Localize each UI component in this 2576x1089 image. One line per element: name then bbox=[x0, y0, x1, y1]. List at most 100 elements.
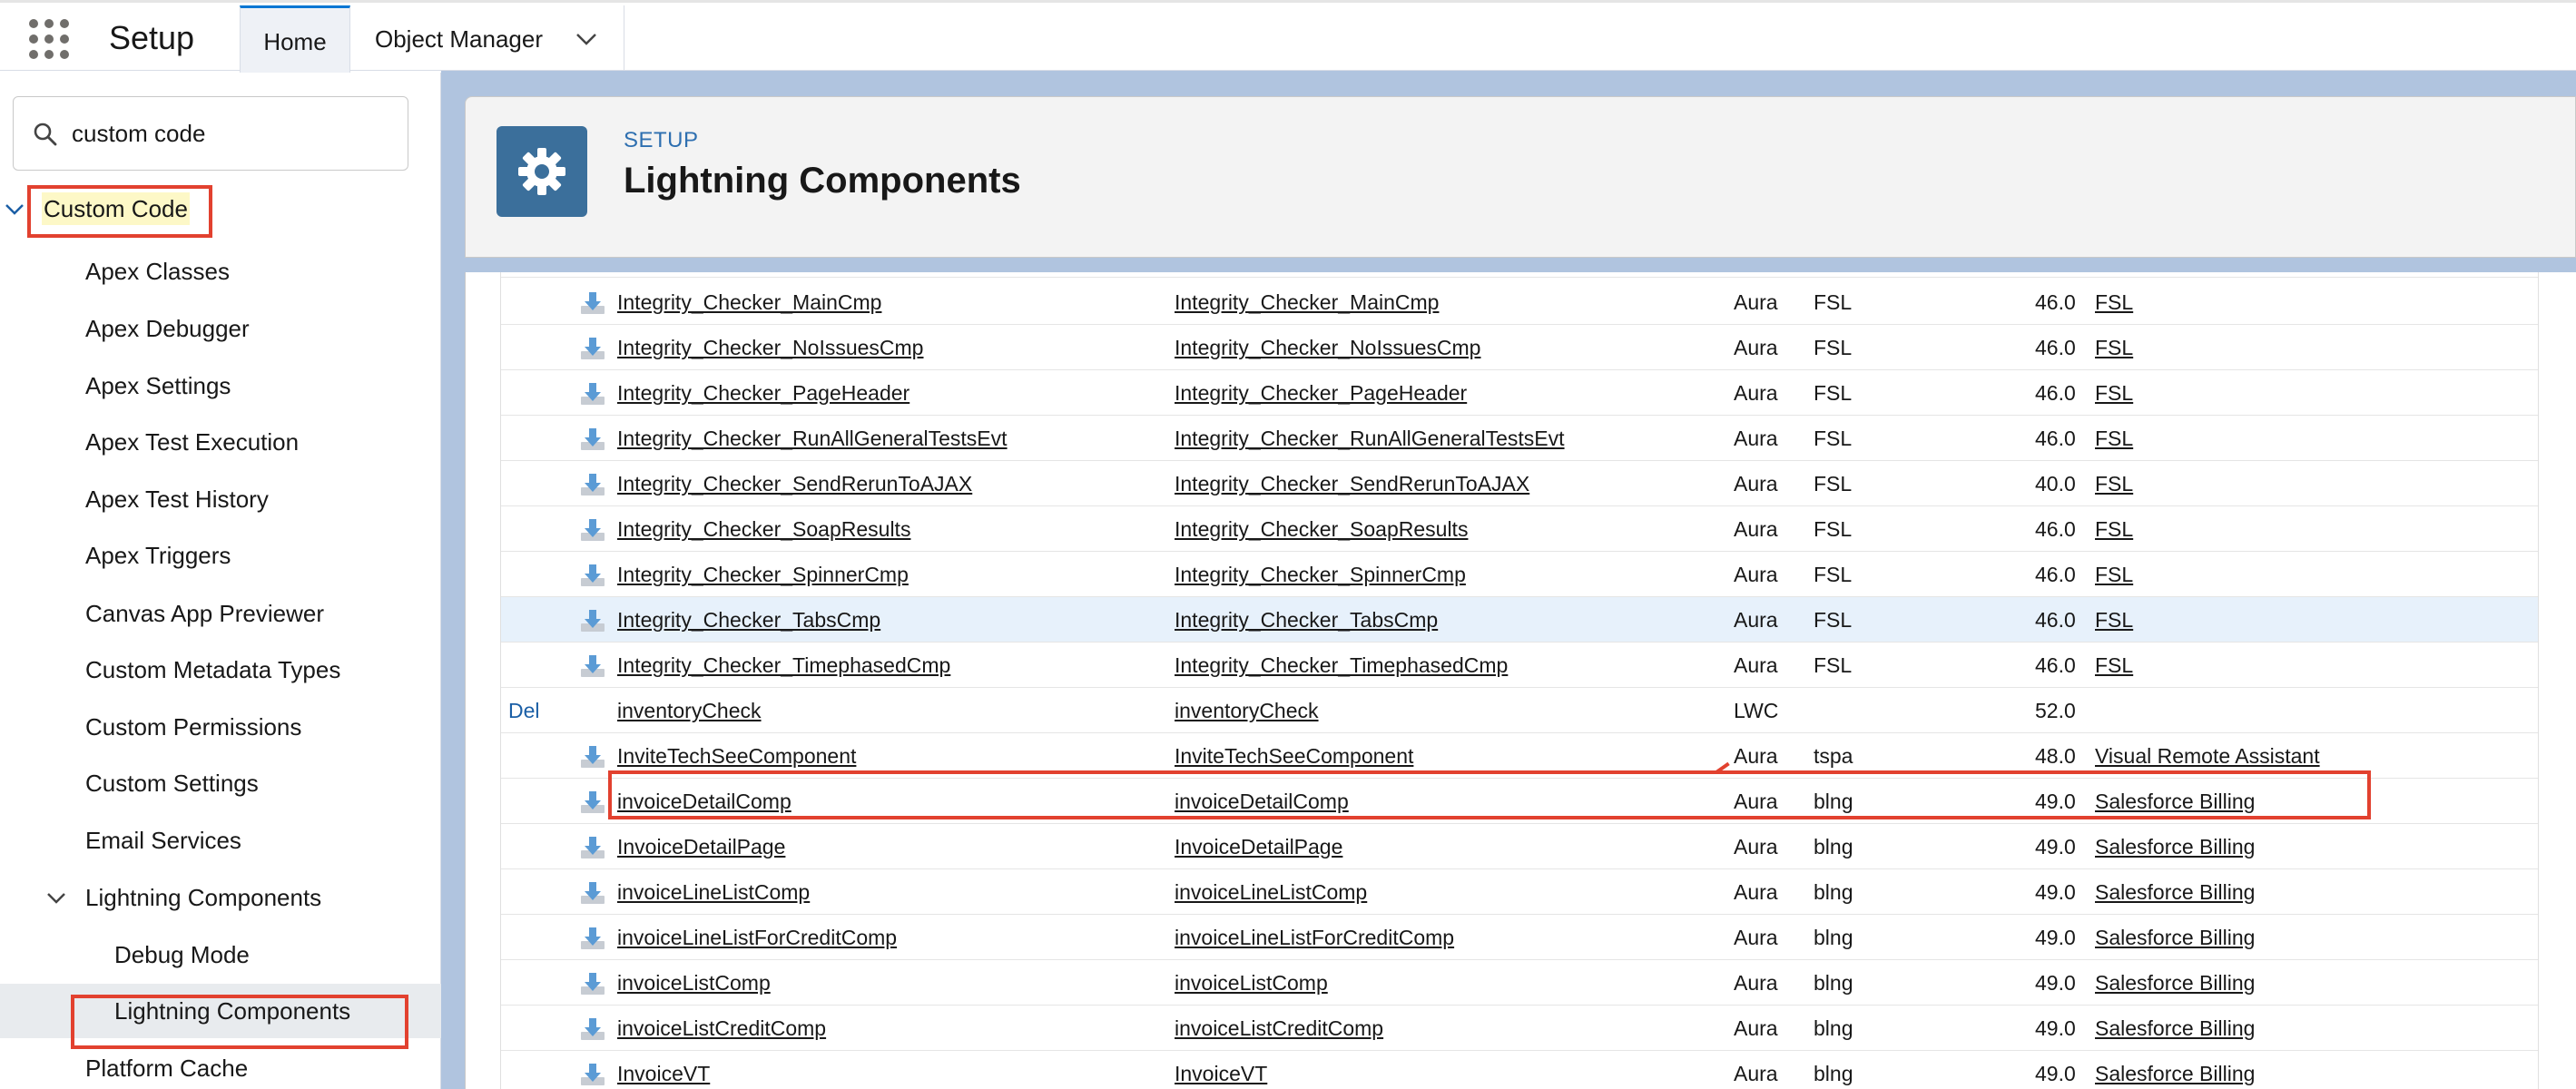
component-name-link[interactable]: invoiceListComp bbox=[617, 960, 771, 1006]
app-name: Setup bbox=[109, 19, 195, 56]
app-launcher-icon[interactable] bbox=[29, 19, 69, 59]
component-name-link[interactable]: Integrity_Checker_SoapResults bbox=[617, 506, 910, 552]
component-label-link[interactable]: InvoiceVT bbox=[1175, 1051, 1267, 1089]
sidebar-item-custom-metadata-types[interactable]: Custom Metadata Types bbox=[0, 643, 441, 697]
sidebar-item-custom-settings[interactable]: Custom Settings bbox=[0, 756, 441, 810]
installed-package-link[interactable]: FSL bbox=[2095, 597, 2133, 643]
sidebar-item-lightning-components-group[interactable]: Lightning Components bbox=[0, 870, 441, 925]
component-label-link[interactable]: invoiceListCreditComp bbox=[1175, 1006, 1383, 1051]
component-type: Aura bbox=[1734, 926, 1778, 949]
component-name-link[interactable]: Integrity_Checker_RunAllGeneralTestsEvt bbox=[617, 416, 1008, 461]
component-label-link[interactable]: Integrity_Checker_PageHeader bbox=[1175, 370, 1467, 416]
installed-package-link[interactable]: FSL bbox=[2095, 506, 2133, 552]
component-name-link[interactable]: Integrity_Checker_NoIssuesCmp bbox=[617, 325, 923, 370]
namespace-prefix: blng bbox=[1814, 971, 1853, 995]
quick-find-input[interactable] bbox=[72, 113, 389, 153]
component-name-link[interactable]: Integrity_Checker_TabsCmp bbox=[617, 597, 880, 643]
component-name-link[interactable]: InvoiceVT bbox=[617, 1051, 710, 1089]
table-row: Integrity_Checker_TabsCmp Integrity_Check… bbox=[501, 597, 2538, 643]
component-label-link[interactable]: Integrity_Checker_NoIssuesCmp bbox=[1175, 325, 1480, 370]
installed-package-link[interactable]: FSL bbox=[2095, 643, 2133, 688]
component-name-link[interactable]: invoiceLineListComp bbox=[617, 869, 810, 915]
sidebar-item-email-services[interactable]: Email Services bbox=[0, 813, 441, 868]
main-content: SETUP Lightning Components Integrity_Che… bbox=[441, 71, 2576, 1089]
annotation-highlight-box bbox=[27, 185, 212, 238]
sidebar-item-apex-classes[interactable]: Apex Classes bbox=[0, 244, 441, 299]
installed-package-link[interactable]: Salesforce Billing bbox=[2095, 869, 2255, 915]
installed-package-link[interactable]: Salesforce Billing bbox=[2095, 915, 2255, 960]
sidebar-item-platform-cache[interactable]: Platform Cache bbox=[0, 1041, 441, 1089]
installed-package-link[interactable]: FSL bbox=[2095, 370, 2133, 416]
installed-package-link[interactable]: Salesforce Billing bbox=[2095, 824, 2255, 869]
component-name-link[interactable]: invoiceLineListForCreditComp bbox=[617, 915, 897, 960]
component-label-link[interactable]: Integrity_Checker_TimephasedCmp bbox=[1175, 643, 1508, 688]
managed-package-icon bbox=[581, 973, 605, 995]
sidebar-item-debug-mode[interactable]: Debug Mode bbox=[0, 927, 441, 982]
installed-package-link[interactable]: FSL bbox=[2095, 280, 2133, 325]
component-type: Aura bbox=[1734, 336, 1778, 359]
component-type: Aura bbox=[1734, 1062, 1778, 1085]
component-type: Aura bbox=[1734, 608, 1778, 632]
component-label-link[interactable]: invoiceLineListComp bbox=[1175, 869, 1367, 915]
component-name-link[interactable]: Integrity_Checker_SpinnerCmp bbox=[617, 552, 909, 597]
sidebar-item-custom-permissions[interactable]: Custom Permissions bbox=[0, 700, 441, 754]
namespace-prefix: FSL bbox=[1814, 427, 1853, 450]
tab-home[interactable]: Home bbox=[240, 5, 350, 73]
component-name-link[interactable]: invoiceListCreditComp bbox=[617, 1006, 826, 1051]
table-row: Integrity_Checker_SendRerunToAJAX Integri… bbox=[501, 461, 2538, 506]
managed-package-icon bbox=[581, 1064, 605, 1085]
table-row: invoiceLineListForCreditComp invoiceLineL… bbox=[501, 915, 2538, 960]
chevron-down-icon[interactable] bbox=[575, 31, 598, 47]
table-row: Integrity_Checker_PageHeader Integrity_Ch… bbox=[501, 370, 2538, 416]
component-type: Aura bbox=[1734, 880, 1778, 904]
component-label-link[interactable]: inventoryCheck bbox=[1175, 688, 1319, 733]
component-label-link[interactable]: invoiceLineListForCreditComp bbox=[1175, 915, 1454, 960]
sidebar-item-canvas-app-previewer[interactable]: Canvas App Previewer bbox=[0, 586, 441, 641]
installed-package-link[interactable]: FSL bbox=[2095, 416, 2133, 461]
component-name-link[interactable]: Integrity_Checker_TimephasedCmp bbox=[617, 643, 950, 688]
component-name-link[interactable]: Integrity_Checker_SendRerunToAJAX bbox=[617, 461, 972, 506]
installed-package-link[interactable]: FSL bbox=[2095, 552, 2133, 597]
component-label-link[interactable]: Integrity_Checker_TabsCmp bbox=[1175, 597, 1438, 643]
installed-package-link[interactable]: Salesforce Billing bbox=[2095, 960, 2255, 1006]
tab-object-manager[interactable]: Object Manager bbox=[350, 5, 624, 73]
installed-package-link[interactable]: Salesforce Billing bbox=[2095, 1051, 2255, 1089]
sidebar-item-apex-test-execution[interactable]: Apex Test Execution bbox=[0, 415, 441, 469]
component-label-link[interactable]: invoiceListComp bbox=[1175, 960, 1328, 1006]
api-version: 40.0 bbox=[2035, 472, 2076, 495]
component-label-link[interactable]: Integrity_Checker_MainCmp bbox=[1175, 280, 1439, 325]
managed-package-icon bbox=[581, 383, 605, 405]
component-name-link[interactable]: Integrity_Checker_PageHeader bbox=[617, 370, 909, 416]
installed-package-link[interactable]: Salesforce Billing bbox=[2095, 1006, 2255, 1051]
component-name-link[interactable]: Integrity_Checker_MainCmp bbox=[617, 280, 881, 325]
sidebar-item-apex-test-history[interactable]: Apex Test History bbox=[0, 472, 441, 526]
installed-package-link[interactable]: FSL bbox=[2095, 461, 2133, 506]
managed-package-icon bbox=[581, 474, 605, 495]
managed-package-icon bbox=[581, 610, 605, 632]
sidebar-item-apex-settings[interactable]: Apex Settings bbox=[0, 358, 441, 413]
component-type: Aura bbox=[1734, 1016, 1778, 1040]
sidebar-item-apex-triggers[interactable]: Apex Triggers bbox=[0, 528, 441, 583]
component-label-link[interactable]: Integrity_Checker_SoapResults bbox=[1175, 506, 1468, 552]
table-row: invoiceLineListComp invoiceLineListComp Au… bbox=[501, 869, 2538, 915]
delete-link[interactable]: Del bbox=[508, 688, 540, 733]
api-version: 46.0 bbox=[2035, 336, 2076, 359]
component-name-link[interactable]: inventoryCheck bbox=[617, 688, 762, 733]
namespace-prefix: blng bbox=[1814, 1016, 1853, 1040]
installed-package-link[interactable]: FSL bbox=[2095, 325, 2133, 370]
table-row: invoiceListCreditComp invoiceListCreditCo… bbox=[501, 1006, 2538, 1051]
sidebar-item-apex-debugger[interactable]: Apex Debugger bbox=[0, 301, 441, 356]
component-type: Aura bbox=[1734, 563, 1778, 586]
managed-package-icon bbox=[581, 746, 605, 768]
component-label-link[interactable]: Integrity_Checker_SpinnerCmp bbox=[1175, 552, 1466, 597]
chevron-down-icon[interactable] bbox=[4, 201, 25, 218]
table-row: invoiceListComp invoiceListComp Aura blng 49… bbox=[501, 960, 2538, 1006]
managed-package-icon bbox=[581, 655, 605, 677]
component-label-link[interactable]: Integrity_Checker_RunAllGeneralTestsEvt bbox=[1175, 416, 1565, 461]
table-row: Integrity_Checker_RunAllGeneralTestsEvt I… bbox=[501, 416, 2538, 461]
component-name-link[interactable]: InvoiceDetailPage bbox=[617, 824, 785, 869]
component-label-link[interactable]: Integrity_Checker_SendRerunToAJAX bbox=[1175, 461, 1529, 506]
component-label-link[interactable]: InvoiceDetailPage bbox=[1175, 824, 1342, 869]
chevron-down-icon[interactable] bbox=[45, 890, 67, 907]
api-version: 46.0 bbox=[2035, 563, 2076, 586]
